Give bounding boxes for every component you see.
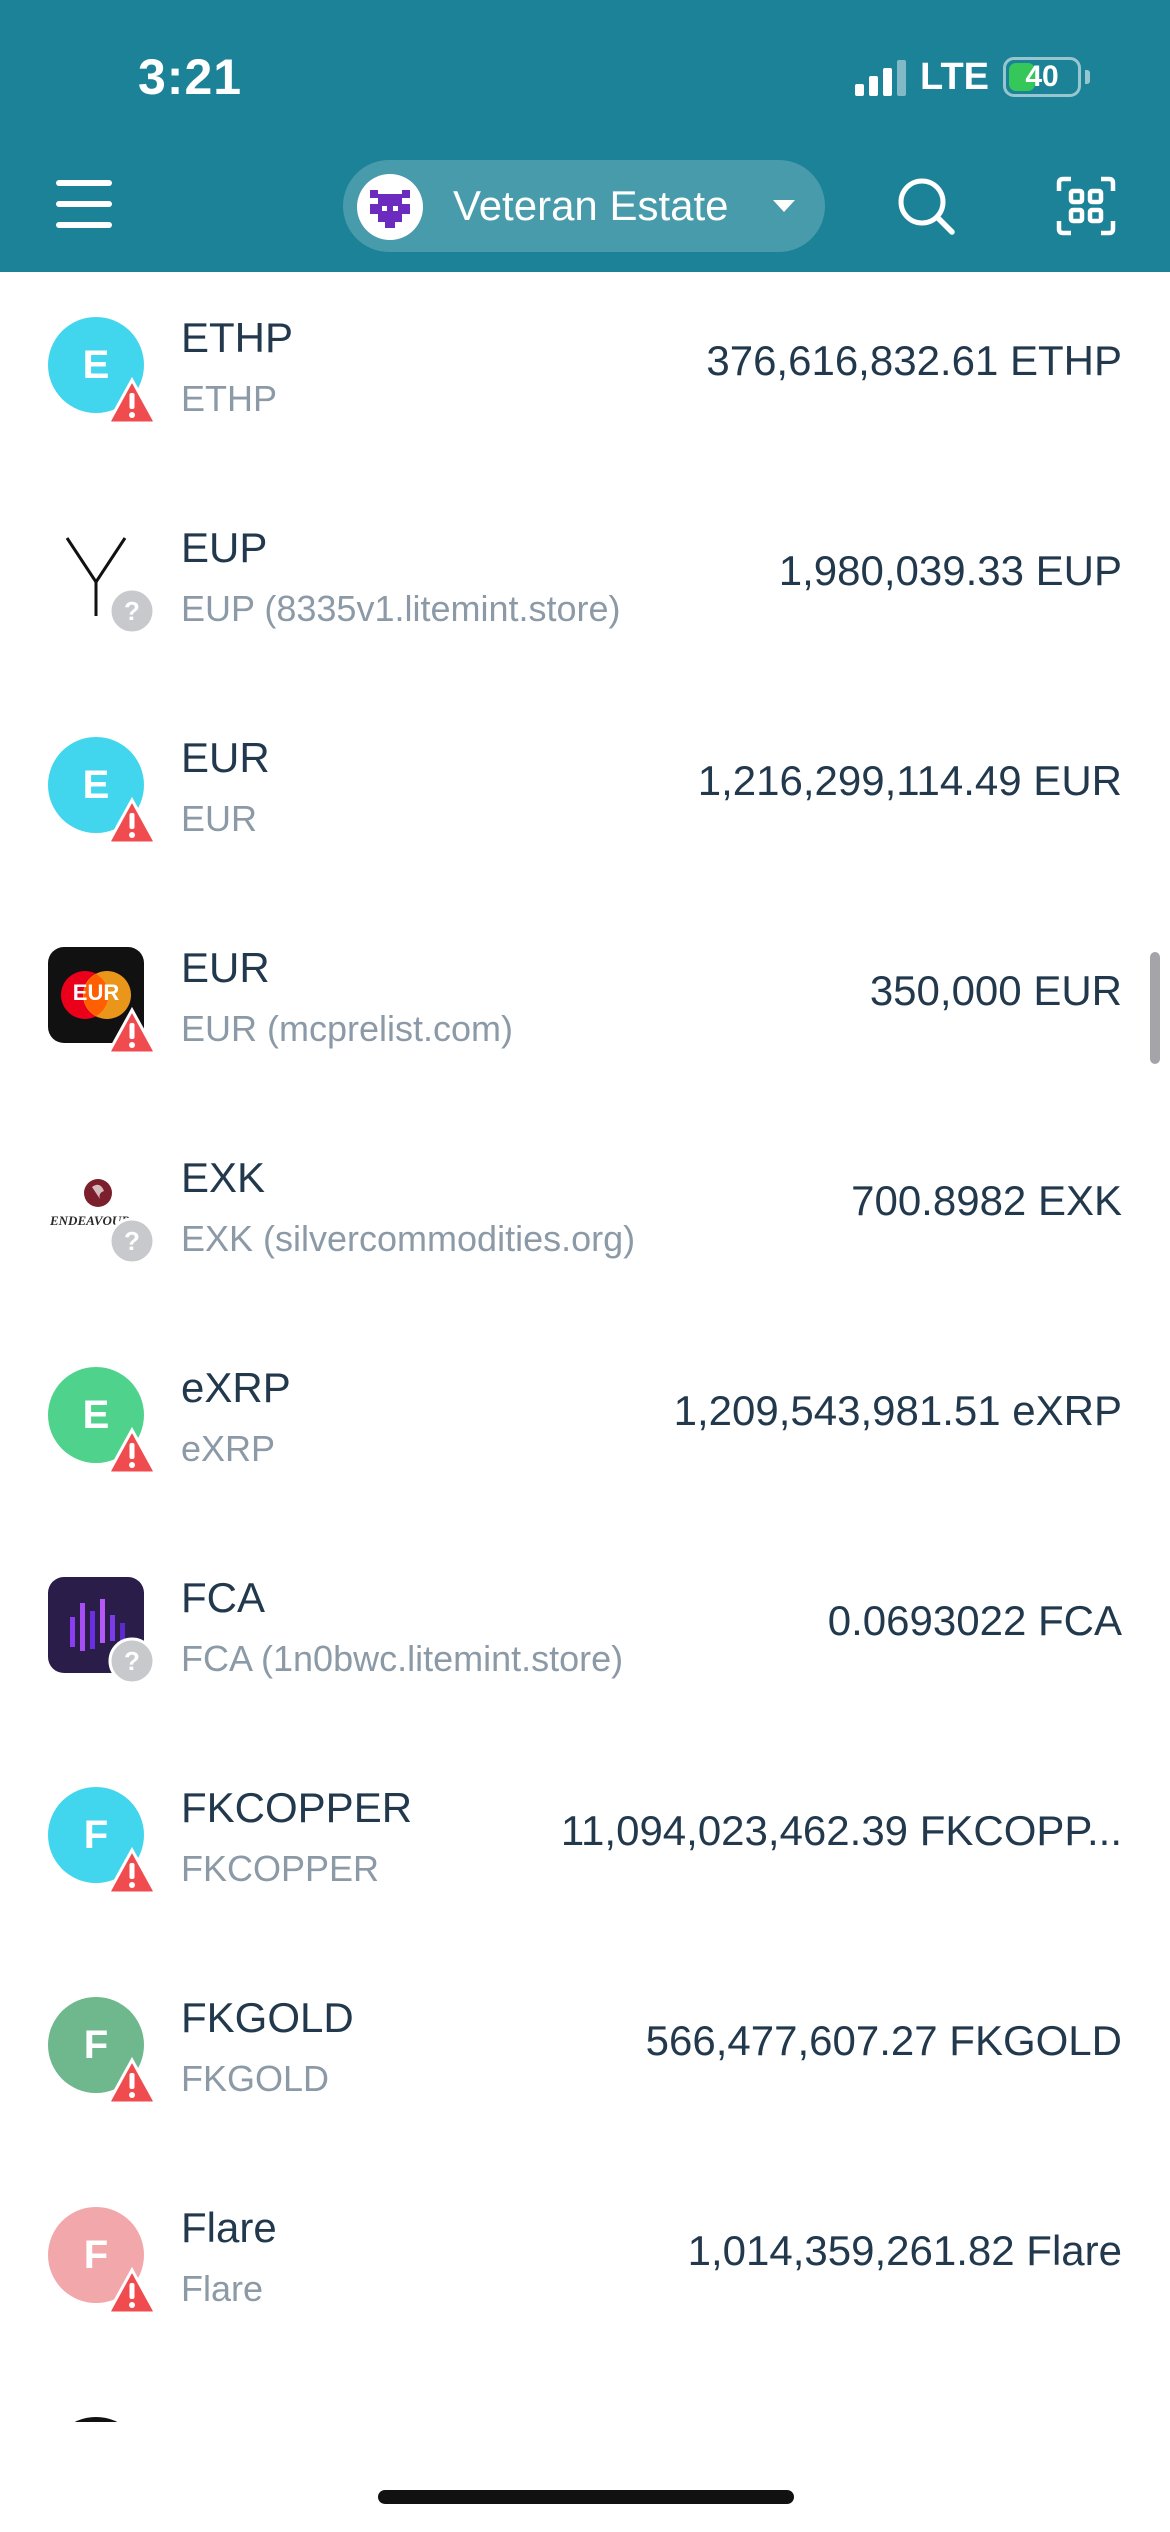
token-row[interactable]: ENDEAVOUR? EXK EXK (silvercommodities.org)… — [0, 1112, 1170, 1322]
token-balance: 350,000 EUR — [869, 967, 1122, 1014]
token-name: Flare — [181, 2204, 277, 2251]
token-issuer: EUP (8335v1.litemint.store) — [181, 588, 621, 629]
question-mark-icon: ? — [108, 1637, 156, 1685]
token-name: EUR — [181, 944, 270, 991]
token-issuer: EUR (mcprelist.com) — [181, 1008, 514, 1049]
question-mark-icon: ? — [108, 1217, 156, 1265]
app-header: 3:21 LTE 40 Veteran Estate — [0, 0, 1170, 272]
token-row[interactable]: F FKCOPPER FKCOPPER 11,094,023,462.39 FKCOP… — [0, 1742, 1170, 1952]
svg-text:?: ? — [124, 1646, 140, 1676]
token-issuer: Flare — [181, 2268, 264, 2309]
token-name: EUP — [181, 524, 268, 571]
warning-triangle-icon — [108, 1426, 156, 1475]
token-row[interactable]: F FKGOLD FKGOLD 566,477,607.27 FKGOLD — [0, 1952, 1170, 2162]
search-icon — [898, 178, 955, 235]
token-row[interactable]: EUR EUR EUR (mcprelist.com) 350,000 EUR — [0, 902, 1170, 1112]
token-row[interactable]: ? EUP EUP (8335v1.litemint.store) 1,980,039… — [0, 482, 1170, 692]
chevron-down-icon — [773, 200, 795, 212]
token-name: FKGOLD — [181, 1994, 354, 2041]
svg-text:?: ? — [124, 596, 140, 626]
token-row[interactable]: E EUR EUR 1,216,299,114.49 EUR — [0, 692, 1170, 902]
network-type: LTE — [920, 55, 989, 98]
token-issuer: FCA (1n0bwc.litemint.store) — [181, 1638, 624, 1679]
token-issuer: FKGOLD — [181, 2058, 330, 2099]
wallet-avatar-icon — [357, 174, 423, 240]
token-row[interactable]: E ETHP ETHP 376,616,832.61 ETHP — [0, 272, 1170, 482]
warning-triangle-icon — [108, 376, 156, 425]
token-name: FCA — [181, 1574, 265, 1621]
search-button[interactable] — [895, 175, 957, 237]
svg-text:?: ? — [124, 1226, 140, 1256]
token-icon — [48, 2417, 144, 2422]
warning-triangle-icon — [108, 2056, 156, 2105]
scan-button[interactable] — [1055, 175, 1117, 237]
token-issuer: EUR — [181, 798, 258, 839]
token-balance: 11,094,023,462.39 FKCOPP... — [560, 1807, 1122, 1854]
question-mark-icon: ? — [108, 587, 156, 635]
token-list[interactable]: E ETHP ETHP 376,616,832.61 ETHP? EUP EUP (833… — [0, 272, 1170, 2422]
token-issuer: eXRP — [181, 1428, 276, 1469]
warning-triangle-icon — [108, 1006, 156, 1055]
battery-icon: 40 — [1003, 57, 1081, 97]
token-issuer: EXK (silvercommodities.org) — [181, 1218, 636, 1259]
token-balance: 0.0693022 FCA — [827, 1597, 1122, 1644]
token-row[interactable]: FORCE — [0, 2372, 1170, 2422]
token-balance: 566,477,607.27 FKGOLD — [645, 2017, 1122, 2064]
token-row[interactable]: EeXRP eXRP 1,209,543,981.51 eXRP — [0, 1322, 1170, 1532]
token-balance: 1,980,039.33 EUP — [778, 547, 1122, 594]
warning-triangle-icon — [108, 1846, 156, 1895]
token-balance: 1,014,359,261.82 Flare — [687, 2227, 1122, 2274]
qr-scan-icon — [1056, 176, 1116, 236]
token-name: EXK — [181, 1154, 266, 1201]
menu-button[interactable] — [56, 180, 112, 228]
warning-triangle-icon — [108, 2266, 156, 2315]
status-indicators: LTE 40 — [855, 52, 1090, 102]
token-balance: 1,209,543,981.51 eXRP — [673, 1387, 1122, 1434]
token-balance: 376,616,832.61 ETHP — [706, 337, 1122, 384]
token-name: EUR — [181, 734, 270, 781]
battery-cap — [1085, 70, 1090, 84]
battery-level: 40 — [1025, 60, 1059, 93]
token-name: ETHP — [181, 314, 294, 361]
hamburger-menu-icon — [56, 180, 112, 186]
token-row[interactable]: ? FCA FCA (1n0bwc.litemint.store) 0.0693022… — [0, 1532, 1170, 1742]
warning-triangle-icon — [108, 796, 156, 845]
status-time: 3:21 — [138, 49, 243, 105]
cellular-signal-icon — [855, 58, 907, 96]
home-indicator[interactable] — [378, 2490, 794, 2504]
scrollbar[interactable] — [1150, 952, 1160, 1064]
token-name: FKCOPPER — [181, 1784, 413, 1831]
token-issuer: ETHP — [181, 378, 278, 419]
token-row[interactable]: F Flare Flare 1,014,359,261.82 Flare — [0, 2162, 1170, 2372]
token-issuer: FKCOPPER — [181, 1848, 380, 1889]
token-name: eXRP — [181, 1364, 291, 1411]
wallet-name: Veteran Estate — [453, 182, 729, 229]
token-balance: 1,216,299,114.49 EUR — [697, 757, 1122, 804]
token-name: FORCE — [181, 2414, 328, 2422]
token-balance: 700.8982 EXK — [851, 1177, 1122, 1224]
wallet-selector[interactable]: Veteran Estate — [343, 160, 825, 252]
